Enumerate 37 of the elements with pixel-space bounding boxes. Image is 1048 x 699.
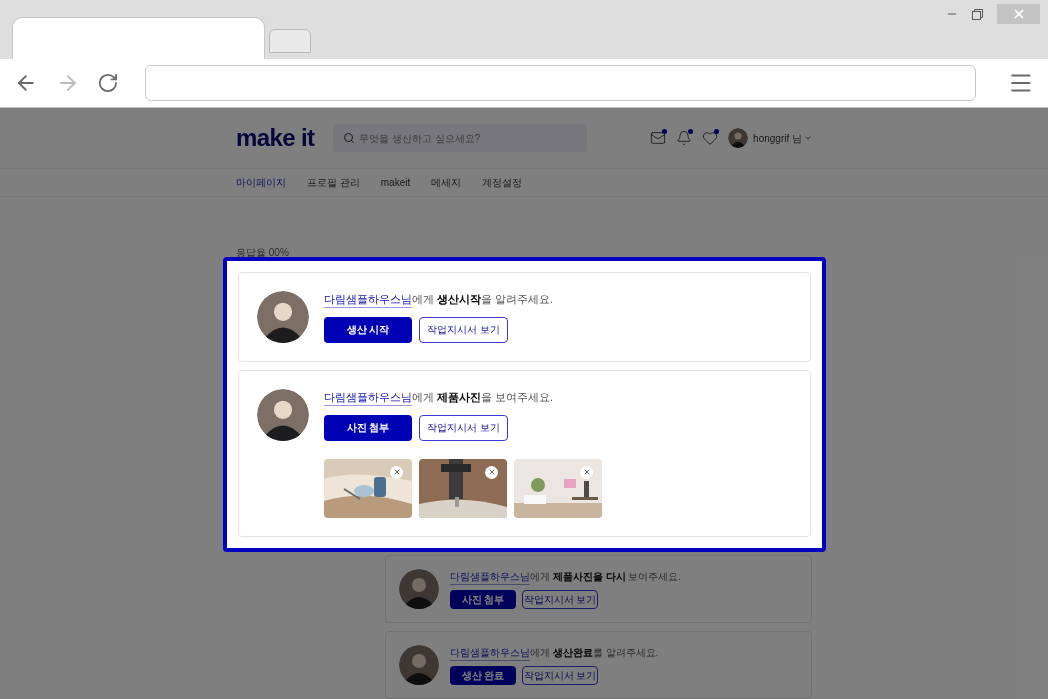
caret-icon[interactable] — [804, 134, 812, 142]
partner-link[interactable]: 다림샘플하우스님 — [450, 647, 530, 661]
partner-link[interactable]: 다림샘플하우스님 — [324, 293, 412, 308]
task-message: 다림샘플하우스님에게 제품사진을 보여주세요. — [324, 389, 602, 406]
worksheet-button[interactable]: 작업지시서 보기 — [522, 590, 598, 609]
avatar-icon — [728, 128, 749, 148]
worksheet-button[interactable]: 작업지시서 보기 — [419, 316, 508, 343]
nav-tab[interactable]: makeit — [380, 175, 411, 190]
mail-icon[interactable] — [650, 130, 667, 146]
avatar-icon — [257, 389, 309, 441]
task-message: 다림샘플하우스님에게 제품사진을 다시 보여주세요. — [450, 569, 682, 584]
reload-icon[interactable] — [97, 71, 120, 94]
bell-icon[interactable] — [676, 130, 693, 146]
heart-icon[interactable] — [702, 130, 719, 146]
restore-icon[interactable] — [972, 8, 983, 20]
task-message: 다림샘플하우스님에게 생산완료를 알려주세요. — [450, 645, 659, 660]
primary-button[interactable]: 사진 첨부 — [450, 590, 516, 609]
response-rate: 응답율 00% — [236, 246, 290, 260]
nav-tab[interactable]: 프로필 관리 — [307, 175, 360, 190]
avatar-icon — [399, 569, 439, 609]
primary-button[interactable]: 생산 시작 — [324, 316, 412, 343]
task-message: 다림샘플하우스님에게 생산시작을 알려주세요. — [324, 291, 554, 308]
search-icon — [343, 132, 355, 144]
partner-link[interactable]: 다림샘플하우스님 — [324, 391, 412, 406]
nav-tab[interactable]: 마이페이지 — [236, 175, 286, 190]
logo[interactable]: make it — [236, 120, 333, 156]
avatar-icon — [257, 291, 309, 343]
nav-tab[interactable]: 계정설정 — [482, 175, 523, 190]
worksheet-button[interactable]: 작업지시서 보기 — [522, 666, 598, 685]
primary-button[interactable]: 생산 완료 — [450, 666, 516, 685]
avatar-icon — [399, 645, 439, 685]
user-name[interactable]: honggrif 님 — [753, 130, 802, 146]
nav-tab[interactable]: 메세지 — [431, 175, 462, 190]
search-field[interactable]: 무엇을 생산하고 싶으세요? — [333, 124, 587, 152]
primary-button[interactable]: 사진 첨부 — [324, 414, 412, 441]
partner-link[interactable]: 다림샘플하우스님 — [450, 571, 530, 585]
worksheet-button[interactable]: 작업지시서 보기 — [419, 414, 508, 441]
